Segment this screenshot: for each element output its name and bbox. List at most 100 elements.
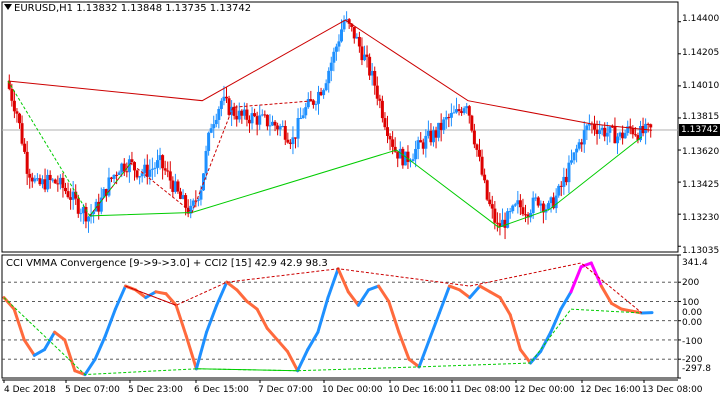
candle-body: [28, 174, 31, 178]
cci-line-segment: [490, 292, 500, 298]
candle-body: [442, 119, 445, 130]
cci-up-solid: [196, 369, 297, 371]
price-tick: 1.14010: [682, 81, 719, 91]
time-tick: 7 Dec 07:00: [258, 385, 313, 395]
candle-body: [516, 200, 519, 204]
candle-body: [355, 37, 358, 38]
candle-body: [504, 220, 507, 228]
candle-body: [166, 171, 169, 172]
candle-body: [67, 191, 70, 197]
candle-body: [297, 118, 300, 139]
candle-body: [69, 197, 72, 200]
candle-body: [220, 101, 223, 109]
cci-line-segment: [328, 269, 338, 298]
candle-body: [210, 128, 213, 132]
candle-body: [148, 170, 151, 177]
cci-line-segment: [470, 286, 480, 298]
candle-body: [245, 110, 248, 120]
candle-body: [565, 177, 568, 182]
candle-body: [153, 168, 156, 169]
candle-body: [463, 108, 466, 113]
candle-body: [174, 181, 177, 192]
candle-body: [506, 211, 509, 228]
candle-body: [161, 155, 164, 168]
candle-body: [110, 177, 113, 178]
cci-line-segment: [450, 286, 460, 290]
candle-body: [631, 128, 634, 134]
symbol-dropdown-icon[interactable]: [4, 4, 12, 10]
candle-body: [284, 126, 287, 140]
candle-body: [649, 124, 652, 127]
candle-body: [325, 83, 328, 90]
candle-body: [23, 144, 26, 152]
time-tick: 10 Dec 16:00: [388, 385, 449, 395]
candle-body: [432, 130, 435, 142]
candle-body: [77, 199, 80, 214]
candle-body: [424, 136, 427, 149]
cci-line-segment: [136, 290, 146, 298]
cci-line-segment: [115, 286, 125, 309]
candle-body: [619, 133, 622, 137]
candle-body: [314, 104, 317, 105]
cci-tick: 341.4: [682, 258, 708, 268]
time-tick: 4 Dec 2018: [4, 385, 56, 395]
cci-line-segment: [601, 286, 611, 303]
candle-body: [647, 124, 650, 125]
candle-body: [18, 114, 21, 124]
chart-window: EURUSD,H1 1.13832 1.13848 1.13735 1.1374…: [0, 0, 720, 400]
candle-body: [289, 143, 292, 144]
candle-body: [317, 92, 320, 104]
cci-tick: 100: [682, 298, 699, 308]
candle-body: [125, 171, 128, 172]
candle-body: [624, 133, 627, 138]
cci-line-segment: [389, 301, 399, 332]
candle-body: [184, 195, 187, 208]
cci-line-segment: [622, 309, 632, 311]
time-tick: 13 Dec 08:00: [642, 385, 703, 395]
candle-body: [13, 101, 16, 112]
candle-body: [309, 99, 312, 101]
time-tick: 5 Dec 23:00: [128, 385, 183, 395]
time-tick: 5 Dec 07:00: [65, 385, 120, 395]
candle-body: [56, 183, 59, 184]
time-tick: 6 Dec 15:00: [194, 385, 249, 395]
candle-body: [368, 57, 371, 76]
candle-body: [136, 170, 139, 177]
candle-body: [412, 159, 415, 161]
candle-body: [238, 111, 241, 120]
cci-line-segment: [561, 292, 571, 309]
cci-line-segment: [34, 350, 44, 356]
price-tick: 1.13620: [682, 147, 719, 157]
cci-tick: -297.8: [682, 364, 711, 374]
current-price-marker: 1.13742: [679, 124, 720, 136]
candle-body: [378, 99, 381, 101]
candle-body: [268, 125, 271, 126]
cci-line-segment: [439, 286, 449, 313]
candle-body: [291, 137, 294, 144]
candle-body: [307, 99, 310, 107]
candle-body: [38, 178, 41, 184]
candle-body: [419, 140, 422, 142]
candle-body: [429, 131, 432, 142]
cci-line-segment: [338, 269, 348, 292]
candle-body: [335, 47, 338, 52]
candle-body: [21, 123, 24, 144]
candle-body: [141, 173, 144, 176]
chart-canvas[interactable]: [0, 0, 720, 400]
candle-body: [266, 115, 269, 126]
price-tick: 1.13425: [682, 180, 719, 190]
candle-body: [228, 98, 231, 115]
candle-body: [575, 149, 578, 153]
cci-line-segment: [429, 313, 439, 340]
candle-body: [435, 130, 438, 137]
cci-line-segment: [409, 359, 419, 367]
cci-line-segment: [571, 267, 581, 292]
cci-line-segment: [520, 350, 530, 363]
candle-body: [567, 163, 570, 182]
candle-body: [353, 27, 356, 38]
candle-body: [381, 101, 384, 118]
candle-body: [64, 188, 67, 191]
candle-body: [478, 150, 481, 157]
candle-body: [164, 168, 167, 170]
cci-line-segment: [267, 328, 277, 340]
